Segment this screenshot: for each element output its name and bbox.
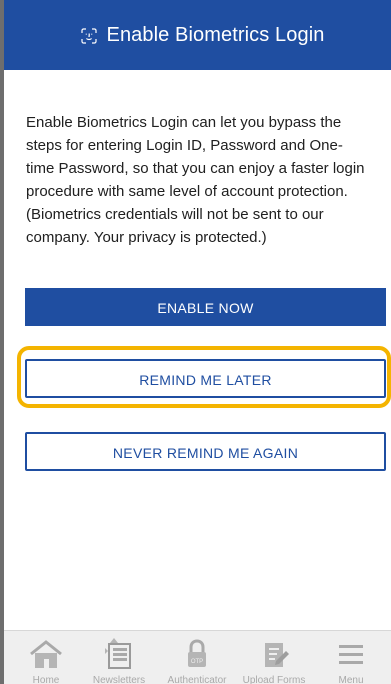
tab-label-newsletters: Newsletters xyxy=(92,675,146,684)
enable-now-button[interactable]: ENABLE NOW xyxy=(25,288,386,326)
tab-label-upload-forms: Upload Forms xyxy=(242,675,306,684)
face-id-icon xyxy=(80,27,97,44)
bottom-tab-bar: Home Newsletters OTP Authenticator Uploa… xyxy=(4,630,391,684)
tab-label-authenticator: Authenticator xyxy=(167,675,227,684)
never-remind-button[interactable]: NEVER REMIND ME AGAIN xyxy=(25,432,386,471)
tab-menu[interactable]: Menu xyxy=(313,631,389,684)
svg-text:OTP: OTP xyxy=(191,659,203,665)
tab-upload-forms[interactable]: Upload Forms xyxy=(236,631,312,684)
otp-lock-icon: OTP xyxy=(188,639,206,667)
remind-me-later-button[interactable]: REMIND ME LATER xyxy=(25,359,386,398)
biometrics-description: Enable Biometrics Login can let you bypa… xyxy=(26,114,365,246)
page-title: Enable Biometrics Login xyxy=(106,24,325,46)
home-icon xyxy=(30,640,62,668)
upload-forms-icon xyxy=(265,643,289,667)
tab-home[interactable]: Home xyxy=(8,631,84,684)
tab-newsletters[interactable]: Newsletters xyxy=(81,631,157,684)
tab-authenticator[interactable]: OTP Authenticator xyxy=(159,631,235,684)
screen: Enable Biometrics Login Enable Biometric… xyxy=(0,0,391,684)
newsletters-icon xyxy=(105,638,131,669)
header-bar: Enable Biometrics Login xyxy=(4,0,391,70)
menu-icon xyxy=(339,645,363,664)
left-edge-divider xyxy=(0,0,4,684)
tab-label-menu: Menu xyxy=(338,675,364,684)
tab-label-home: Home xyxy=(32,675,60,684)
